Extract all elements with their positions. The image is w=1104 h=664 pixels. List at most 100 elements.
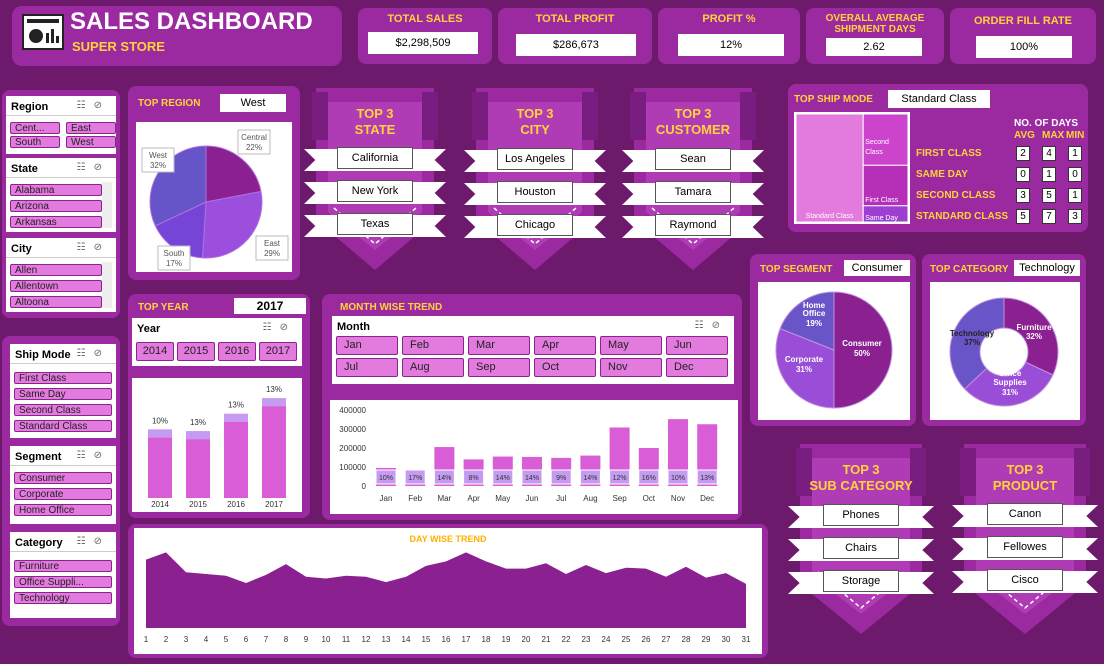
slicer-item[interactable]: Second Class — [14, 404, 112, 416]
ship-row-label: SAME DAY — [916, 169, 968, 180]
slicer-item[interactable]: East — [66, 122, 116, 134]
x-tick: 2015 — [189, 500, 207, 509]
pie-slice — [201, 190, 263, 259]
slicer-item[interactable]: Arkansas — [10, 216, 102, 228]
slicer-item[interactable]: Arizona — [10, 200, 102, 212]
month-button[interactable]: Apr — [534, 336, 596, 355]
scrollbar[interactable] — [102, 262, 112, 308]
x-tick: Jun — [526, 494, 539, 503]
filter-icons[interactable]: ☷⊘ — [77, 450, 110, 461]
month-button[interactable]: Dec — [666, 358, 728, 377]
slicer-item[interactable]: Same Day — [14, 388, 112, 400]
slicer-item[interactable]: Technology — [14, 592, 112, 604]
month-button[interactable]: Aug — [402, 358, 464, 377]
slicer-item[interactable]: Altoona — [10, 296, 102, 308]
x-tick: 18 — [482, 635, 491, 644]
month-slicer[interactable]: Month ☷⊘ Jan Feb Mar Apr May Jun Jul Aug Sep Oct No… — [332, 316, 734, 384]
year-bar — [224, 421, 248, 498]
slicer-item[interactable]: Standard Class — [14, 420, 112, 432]
slicer-title: State ☷⊘ — [6, 158, 116, 178]
scrollbar[interactable] — [102, 182, 112, 228]
x-tick: 12 — [362, 635, 371, 644]
top3-item: Cisco — [987, 569, 1063, 591]
month-button[interactable]: Mar — [468, 336, 530, 355]
days-col-avg: AVG — [1014, 130, 1035, 141]
filter-icons[interactable]: ☷⊘ — [77, 348, 110, 359]
month-button[interactable]: May — [600, 336, 662, 355]
year-bar-chart: 10% 2014 13% 2015 13% 2016 13% 2017 — [132, 378, 302, 512]
slicer-item[interactable]: Home Office — [14, 504, 112, 516]
ship-row-label: SECOND CLASS — [916, 190, 996, 201]
slicer-title: Month ☷⊘ — [337, 320, 728, 333]
slicer-item[interactable]: Office Suppli... — [14, 576, 112, 588]
x-tick: 2016 — [227, 500, 245, 509]
slicer-title: City ☷⊘ — [6, 238, 116, 258]
top3-city-panel: TOP 3 CITY Los Angeles Houston Chicago — [464, 88, 606, 272]
year-button[interactable]: 2016 — [218, 342, 256, 361]
shipmode-slicer[interactable]: Ship Mode ☷⊘ First Class Same Day Second … — [10, 344, 116, 438]
slicer-item[interactable]: Cent... — [10, 122, 60, 134]
slicer-title: Ship Mode ☷⊘ — [10, 344, 116, 364]
year-button[interactable]: 2014 — [136, 342, 174, 361]
y-tick: 100000 — [339, 463, 366, 472]
segment-slicer[interactable]: Segment ☷⊘ Consumer Corporate Home Office — [10, 446, 116, 524]
x-tick: 11 — [342, 635, 351, 644]
slicer-item[interactable]: South — [10, 136, 60, 148]
slicer-item[interactable]: Consumer — [14, 472, 112, 484]
dashboard-icon — [22, 14, 64, 50]
month-button[interactable]: Oct — [534, 358, 596, 377]
segment-pie-chart: Consumer 50% Corporate 31% Home Office 19% — [758, 282, 910, 420]
slice-name: Central — [241, 133, 267, 142]
month-button[interactable]: Jun — [666, 336, 728, 355]
month-button[interactable]: Jan — [336, 336, 398, 355]
days-value: 2 — [1016, 146, 1030, 161]
filter-icons[interactable]: ☷⊘ — [695, 320, 728, 331]
slicer-item[interactable]: Corporate — [14, 488, 112, 500]
x-tick: 24 — [602, 635, 611, 644]
days-value: 0 — [1016, 167, 1030, 182]
x-tick: 29 — [702, 635, 711, 644]
month-button[interactable]: Nov — [600, 358, 662, 377]
x-tick: 16 — [442, 635, 451, 644]
filter-icons[interactable]: ☷⊘ — [77, 100, 110, 111]
filter-icons[interactable]: ☷⊘ — [263, 322, 296, 333]
city-slicer[interactable]: City ☷⊘ Allen Allentown Altoona — [6, 238, 116, 312]
slicer-item[interactable]: Allen — [10, 264, 102, 276]
slicer-item[interactable]: Allentown — [10, 280, 102, 292]
category-slicer[interactable]: Category ☷⊘ Furniture Office Suppli... Te… — [10, 532, 116, 618]
treemap-label: Second — [865, 139, 889, 146]
days-value: 4 — [1042, 146, 1056, 161]
x-tick: 22 — [562, 635, 571, 644]
state-slicer[interactable]: State ☷⊘ Alabama Arizona Arkansas — [6, 158, 116, 232]
filter-icons[interactable]: ☷⊘ — [77, 536, 110, 547]
year-slicer[interactable]: Year ☷⊘ 2014 2015 2016 2017 — [132, 318, 302, 366]
treemap-cell — [795, 113, 864, 223]
kpi-value: $286,673 — [516, 34, 636, 56]
slicer-item[interactable]: First Class — [14, 372, 112, 384]
top3-item: New York — [337, 180, 413, 202]
days-value: 3 — [1016, 188, 1030, 203]
slice-name: Consumer — [842, 339, 882, 348]
x-tick: 27 — [662, 635, 671, 644]
slicer-item[interactable]: Furniture — [14, 560, 112, 572]
days-value: 5 — [1016, 209, 1030, 224]
slice-name: Office — [999, 369, 1022, 378]
panel-title: TOP SHIP MODE — [794, 94, 873, 105]
top-region-panel: TOP REGION West Central 22% East 29% South 17… — [128, 86, 300, 280]
slicer-item[interactable]: Alabama — [10, 184, 102, 196]
month-trend-panel: MONTH WISE TREND Month ☷⊘ Jan Feb Mar Apr May… — [322, 294, 742, 520]
slicer-item[interactable]: West — [66, 136, 116, 148]
days-col-min: MIN — [1066, 130, 1085, 141]
profit-label: 10% — [379, 475, 393, 482]
year-button[interactable]: 2015 — [177, 342, 215, 361]
x-tick: 31 — [742, 635, 751, 644]
profit-label: 17% — [408, 475, 422, 482]
region-slicer[interactable]: Region ☷⊘ Cent... East South West — [6, 96, 116, 154]
filter-icons[interactable]: ☷⊘ — [77, 162, 110, 173]
month-button[interactable]: Feb — [402, 336, 464, 355]
month-button[interactable]: Jul — [336, 358, 398, 377]
year-button[interactable]: 2017 — [259, 342, 297, 361]
filter-icons[interactable]: ☷⊘ — [77, 242, 110, 253]
month-button[interactable]: Sep — [468, 358, 530, 377]
x-tick: Apr — [467, 494, 480, 503]
